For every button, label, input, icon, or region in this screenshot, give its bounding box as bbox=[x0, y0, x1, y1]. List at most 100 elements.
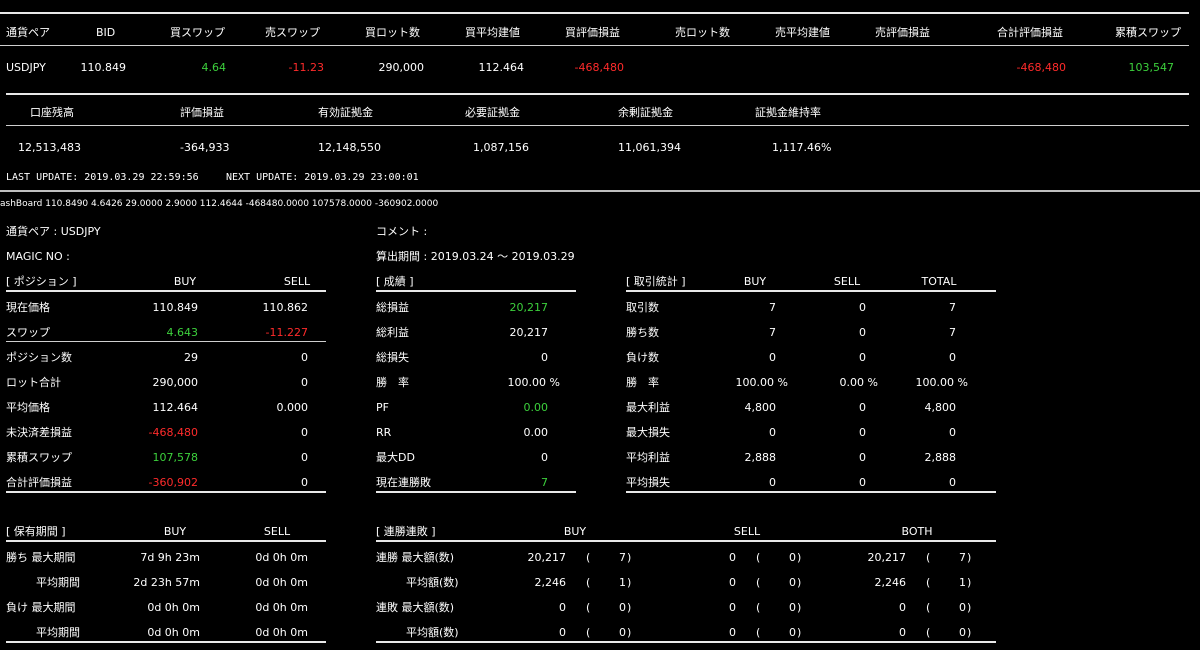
streak-label: 平均額(数) bbox=[406, 626, 459, 639]
streak-paren: ( bbox=[586, 551, 591, 564]
position-label: 未決済差損益 bbox=[6, 426, 72, 439]
header-buy-avg: 買平均建値 bbox=[465, 26, 520, 39]
results-value: 20,217 bbox=[509, 301, 549, 314]
streak-sell-amount: 0 bbox=[729, 576, 736, 589]
stats-total: 0 bbox=[949, 426, 956, 439]
header-sell-avg: 売平均建値 bbox=[775, 26, 830, 39]
last-update: LAST UPDATE: 2019.03.29 22:59:56 bbox=[6, 172, 199, 183]
streak-both-amount: 0 bbox=[899, 601, 906, 614]
holding-buy: 0d 0h 0m bbox=[147, 601, 200, 614]
streak-buy-amount: 20,217 bbox=[527, 551, 567, 564]
stats-total: 0 bbox=[949, 351, 956, 364]
streak-paren: ( bbox=[926, 601, 931, 614]
acct-balance: 12,513,483 bbox=[18, 141, 81, 154]
stats-title: [ 取引統計 ] bbox=[626, 275, 686, 288]
streak-paren: ) bbox=[797, 626, 802, 639]
header-cum-swap: 累積スワップ bbox=[1115, 26, 1181, 39]
acct-margin: 1,087,156 bbox=[473, 141, 529, 154]
results-bottom-rule bbox=[376, 491, 576, 493]
results-label: 総利益 bbox=[376, 326, 409, 339]
stats-bottom-rule bbox=[626, 491, 996, 493]
results-value: 0.00 bbox=[523, 426, 549, 439]
position-buy-value: 290,000 bbox=[152, 376, 199, 389]
stats-buy: 100.00 % bbox=[735, 376, 788, 389]
results-value: 0.00 bbox=[523, 401, 549, 414]
top-table-rule bbox=[0, 12, 1189, 14]
streak-buy-count: 1 bbox=[619, 576, 626, 589]
acct-header-margin: 必要証拠金 bbox=[465, 106, 520, 119]
streak-both-count: 0 bbox=[959, 601, 966, 614]
holding-sell: 0d 0h 0m bbox=[255, 576, 308, 589]
position-sell-value: 0 bbox=[301, 376, 308, 389]
stats-sell: 0 bbox=[859, 451, 866, 464]
streak-label: 平均額(数) bbox=[406, 576, 459, 589]
holding-sell: 0d 0h 0m bbox=[255, 601, 308, 614]
stats-label: 最大利益 bbox=[626, 401, 670, 414]
stats-label: 勝 率 bbox=[626, 376, 659, 389]
row-buy-avg: 112.464 bbox=[478, 61, 525, 74]
streak-buy-amount: 2,246 bbox=[534, 576, 567, 589]
streak-both-amount: 2,246 bbox=[874, 576, 907, 589]
position-sell-value: 0 bbox=[301, 476, 308, 489]
streak-buy-amount: 0 bbox=[559, 601, 566, 614]
holding-buy: 0d 0h 0m bbox=[147, 626, 200, 639]
stats-sell: 0 bbox=[859, 476, 866, 489]
row-buy-lots: 290,000 bbox=[378, 61, 425, 74]
stats-total: 0 bbox=[949, 476, 956, 489]
position-buy-value: 29 bbox=[184, 351, 198, 364]
stats-buy: 0 bbox=[769, 426, 776, 439]
row-sell-swap: -11.23 bbox=[288, 61, 324, 74]
row-cum-swap: 103,547 bbox=[1128, 61, 1175, 74]
row-buy-pl: -468,480 bbox=[574, 61, 624, 74]
results-value: 0 bbox=[541, 451, 548, 464]
position-label: スワップ bbox=[6, 326, 50, 339]
stats-sell: 0 bbox=[859, 401, 866, 414]
acct-header-floating: 評価損益 bbox=[180, 106, 224, 119]
stats-buy: 0 bbox=[769, 476, 776, 489]
acct-header-free-margin: 余剰証拠金 bbox=[618, 106, 673, 119]
streak-paren: ) bbox=[967, 551, 972, 564]
streak-paren: ) bbox=[627, 551, 632, 564]
header-pair: 通貨ペア bbox=[6, 26, 50, 39]
streak-paren: ) bbox=[967, 601, 972, 614]
streak-paren: ( bbox=[586, 601, 591, 614]
streak-paren: ) bbox=[967, 626, 972, 639]
streak-sell-count: 0 bbox=[789, 626, 796, 639]
header-buy-swap: 買スワップ bbox=[170, 26, 225, 39]
position-buy-value: 107,578 bbox=[152, 451, 199, 464]
streak-sell-amount: 0 bbox=[729, 601, 736, 614]
row-total-pl: -468,480 bbox=[1016, 61, 1066, 74]
results-label: 総損益 bbox=[376, 301, 409, 314]
holding-label: 平均期間 bbox=[36, 626, 80, 639]
header-sell-swap: 売スワップ bbox=[265, 26, 320, 39]
streak-paren: ( bbox=[926, 626, 931, 639]
position-header-rule bbox=[6, 290, 326, 292]
streak-both-amount: 0 bbox=[899, 626, 906, 639]
streak-paren: ) bbox=[967, 576, 972, 589]
position-label: 累積スワップ bbox=[6, 451, 72, 464]
streak-label: 連敗 最大額(数) bbox=[376, 601, 455, 614]
position-sell-value: -11.227 bbox=[265, 326, 308, 339]
stats-sell: 0 bbox=[859, 301, 866, 314]
header-sell-lots: 売ロット数 bbox=[675, 26, 730, 39]
position-bottom-rule bbox=[6, 491, 326, 493]
streak-label: 連勝 最大額(数) bbox=[376, 551, 455, 564]
position-title: [ ポジション ] bbox=[6, 275, 77, 288]
stats-buy: 4,800 bbox=[744, 401, 777, 414]
streak-paren: ) bbox=[627, 626, 632, 639]
comment-label: コメント : bbox=[376, 225, 428, 238]
results-label: 最大DD bbox=[376, 451, 415, 464]
streak-paren: ) bbox=[797, 576, 802, 589]
position-buy-value: 110.849 bbox=[152, 301, 199, 314]
streak-paren: ) bbox=[627, 601, 632, 614]
stats-header-rule bbox=[626, 290, 996, 292]
stats-buy: 2,888 bbox=[744, 451, 777, 464]
position-buy-header: BUY bbox=[173, 275, 197, 288]
position-sell-value: 0 bbox=[301, 451, 308, 464]
position-sell-value: 0 bbox=[301, 426, 308, 439]
streak-title: [ 連勝連敗 ] bbox=[376, 525, 436, 538]
streak-paren: ( bbox=[586, 576, 591, 589]
stats-sell: 0 bbox=[859, 426, 866, 439]
results-value: 0 bbox=[541, 351, 548, 364]
header-bid: BID bbox=[96, 26, 116, 39]
